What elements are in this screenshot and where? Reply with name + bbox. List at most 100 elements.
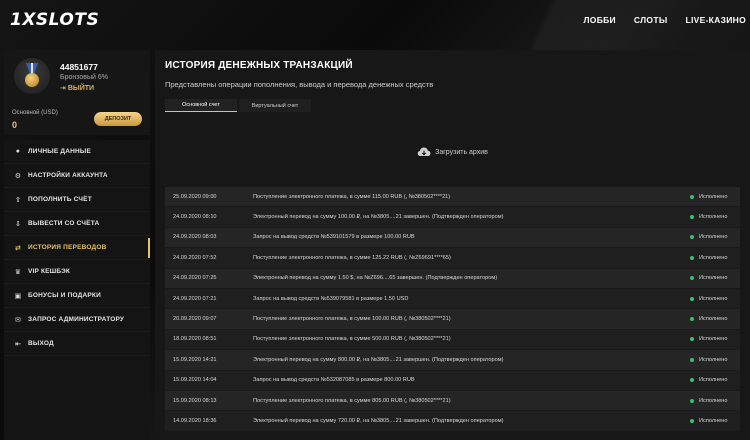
status-label: Исполнено (699, 417, 728, 424)
row-date: 24.09.2020 07:21 (173, 295, 217, 302)
table-row: 24.09.2020 07:21 Запрос на вывод средств … (165, 288, 740, 310)
archive-label: Загрузить архив (435, 148, 488, 156)
table-row: 15.09.2020 08:13 Поступление электронного… (165, 390, 740, 412)
row-description: Поступление электронного платежа, в сумм… (253, 254, 451, 261)
status-dot-icon (690, 235, 694, 240)
status-label: Исполнено (699, 336, 728, 343)
sidebar-item-admin-request[interactable]: ✉ ЗАПРОС АДМИНИСТРАТОРУ (4, 308, 150, 332)
status-dot-icon (690, 317, 694, 322)
row-description: Запрос на вывод средств №539079581 в раз… (253, 295, 409, 302)
sidebar-item-account-settings[interactable]: ⚙ НАСТРОЙКИ АККАУНТА (4, 164, 150, 188)
status-label: Исполнено (699, 316, 728, 323)
row-status: Исполнено (690, 316, 740, 322)
tab-virtual-account[interactable]: Виртуальный счет (239, 99, 311, 112)
crown-icon: ♛ (14, 268, 22, 276)
row-status: Исполнено (690, 275, 740, 281)
nav-slots[interactable]: СЛОТЫ (634, 15, 668, 25)
transactions-panel: ИСТОРИЯ ДЕНЕЖНЫХ ТРАНЗАКЦИЙ Представлены… (155, 50, 750, 440)
status-dot-icon (690, 296, 694, 301)
nav-lobby[interactable]: ЛОББИ (584, 15, 616, 25)
sidebar-item-label: ВЫХОД (28, 340, 54, 347)
row-status: Исполнено (690, 377, 740, 383)
row-description: Электронный перевод на сумму 720.00 ₽, н… (253, 417, 504, 424)
loyalty-tier: Бронзовый 6% (60, 74, 108, 81)
status-label: Исполнено (699, 377, 728, 384)
status-dot-icon (690, 378, 694, 383)
sidebar-menu: ● ЛИЧНЫЕ ДАННЫЕ ⚙ НАСТРОЙКИ АККАУНТА ⇧ ПОПО… (4, 140, 150, 440)
medal-icon (25, 73, 39, 87)
upload-icon: ⇧ (14, 196, 22, 204)
account-id: 44851677 (60, 62, 98, 72)
sidebar-item-exit[interactable]: ⇤ ВЫХОД (4, 332, 150, 356)
user-icon: ● (15, 148, 21, 155)
sidebar-item-label: ИСТОРИЯ ПЕРЕВОДОВ (28, 244, 107, 251)
logout-link[interactable]: ⇥ ВЫЙТИ (60, 84, 94, 92)
sidebar-item-bonuses[interactable]: ▣ БОНУСЫ И ПОДАРКИ (4, 284, 150, 308)
nav-live-casino[interactable]: LIVE-КАЗИНО (685, 15, 746, 25)
row-date: 15.09.2020 14:21 (173, 356, 217, 363)
row-date: 18.09.2020 08:51 (173, 336, 217, 343)
tab-main-account[interactable]: Основной счет (165, 99, 237, 112)
table-row: 25.09.2020 09:00 Поступление электронного… (165, 187, 740, 208)
sidebar-item-personal-data[interactable]: ● ЛИЧНЫЕ ДАННЫЕ (4, 140, 150, 164)
row-date: 14.09.2020 18:36 (173, 417, 217, 424)
status-dot-icon (690, 255, 694, 260)
sidebar-item-label: VIP КЕШБЭК (28, 268, 71, 275)
sidebar-item-withdraw[interactable]: ⇩ ВЫВЕСТИ СО СЧЁТА (4, 212, 150, 236)
page-title: ИСТОРИЯ ДЕНЕЖНЫХ ТРАНЗАКЦИЙ (165, 60, 353, 71)
sidebar-item-label: ЗАПРОС АДМИНИСТРАТОРУ (28, 316, 125, 323)
table-row: 24.09.2020 08:03 Запрос на вывод средств … (165, 227, 740, 249)
row-date: 15.09.2020 14:04 (173, 377, 217, 384)
row-date: 24.09.2020 08:03 (173, 234, 217, 241)
status-label: Исполнено (699, 295, 728, 302)
status-label: Исполнено (699, 397, 728, 404)
row-status: Исполнено (690, 418, 740, 424)
table-row: 15.09.2020 14:21 Электронный перевод на с… (165, 350, 740, 371)
exit-icon: ⇤ (14, 340, 22, 348)
sidebar-item-deposit[interactable]: ⇧ ПОПОЛНИТЬ СЧЁТ (4, 188, 150, 212)
cloud-download-icon (417, 147, 431, 156)
table-row: 24.09.2020 08:10 Электронный перевод на с… (165, 207, 740, 228)
profile-card: 44851677 Бронзовый 6% ⇥ ВЫЙТИ Основной (… (4, 50, 150, 135)
row-status: Исполнено (690, 296, 740, 302)
balance-value: 0 (12, 120, 18, 130)
row-status: Исполнено (690, 214, 740, 220)
row-date: 25.09.2020 09:00 (173, 193, 217, 200)
row-description: Запрос на вывод средств №539101579 в раз… (253, 234, 415, 241)
status-label: Исполнено (699, 356, 728, 363)
logout-icon: ⇥ (60, 85, 68, 92)
table-row: 14.09.2020 18:36 Электронный перевод на с… (165, 411, 740, 432)
row-status: Исполнено (690, 398, 740, 404)
gears-icon: ⚙ (14, 172, 22, 180)
status-label: Исполнено (699, 193, 728, 200)
sidebar-item-vip-cashback[interactable]: ♛ VIP КЕШБЭК (4, 260, 150, 284)
balance-label: Основной (USD) (12, 110, 58, 116)
top-nav: ЛОББИ СЛОТЫ LIVE-КАЗИНО (584, 15, 746, 25)
row-status: Исполнено (690, 336, 740, 342)
status-dot-icon (690, 398, 694, 403)
status-dot-icon (690, 357, 694, 362)
row-date: 24.09.2020 07:25 (173, 275, 217, 282)
sidebar-item-transfer-history[interactable]: ⇄ ИСТОРИЯ ПЕРЕВОДОВ (4, 236, 150, 260)
row-description: Поступление электронного платежа, в сумм… (253, 336, 451, 343)
sidebar-item-label: ПОПОЛНИТЬ СЧЁТ (28, 196, 92, 203)
download-icon: ⇩ (14, 220, 22, 228)
deposit-button[interactable]: ДЕПОЗИТ (94, 112, 142, 126)
status-label: Исполнено (699, 254, 728, 261)
table-row: 18.09.2020 08:51 Поступление электронного… (165, 329, 740, 351)
row-description: Электронный перевод на сумму 1.50 $, на … (253, 275, 498, 282)
table-row: 15.09.2020 14:04 Запрос на вывод средств … (165, 370, 740, 391)
download-archive-button[interactable]: Загрузить архив (165, 132, 740, 172)
status-dot-icon (690, 418, 694, 423)
table-row: 24.09.2020 07:25 Электронный перевод на с… (165, 268, 740, 289)
table-row: 24.09.2020 07:52 Поступление электронного… (165, 248, 740, 269)
sidebar-item-label: ЛИЧНЫЕ ДАННЫЕ (28, 148, 92, 155)
row-date: 20.09.2020 09:07 (173, 316, 217, 323)
row-description: Поступление электронного платежа, в сумм… (253, 316, 451, 323)
row-status: Исполнено (690, 357, 740, 363)
status-dot-icon (690, 276, 694, 281)
account-tabs: Основной счет Виртуальный счет (165, 99, 315, 112)
sidebar-item-label: НАСТРОЙКИ АККАУНТА (28, 172, 108, 179)
row-status: Исполнено (690, 234, 740, 240)
site-logo[interactable]: 1XSLOTS (10, 10, 99, 30)
